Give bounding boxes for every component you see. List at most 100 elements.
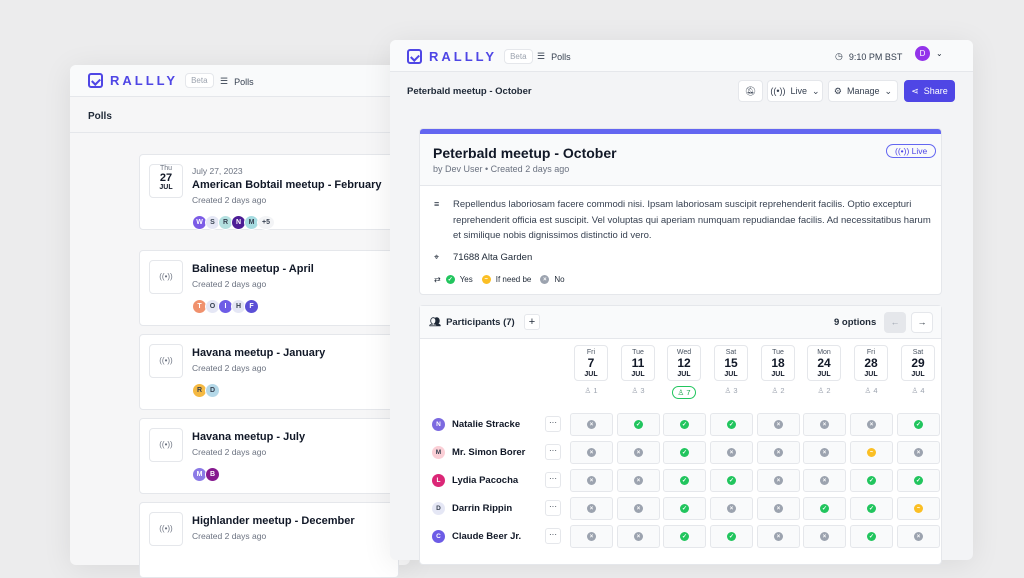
live-button[interactable]: ((•)) Live ⌄ <box>767 80 823 102</box>
vote-cell-no: × <box>757 497 800 520</box>
manage-button[interactable]: ⚙ Manage ⌄ <box>828 80 898 102</box>
vote-cell-no: × <box>710 441 753 464</box>
poll-title: Highlander meetup - December <box>192 515 355 527</box>
user-menu[interactable]: D ⌄ <box>915 46 943 61</box>
poll-list-item[interactable]: ((•)) Havana meetup - January Created 2 d… <box>139 334 399 410</box>
poll-list-item[interactable]: ((•)) Havana meetup - July Created 2 days… <box>139 418 399 494</box>
date-option: Fri 28 JUL <box>854 345 888 381</box>
vote-count: ♙ 3 <box>621 386 655 395</box>
logo[interactable]: RALLLY Beta <box>407 49 533 64</box>
timezone-button[interactable]: ◷ 9:10 PM BST <box>835 51 902 62</box>
participant-avatars: W S R N M +5 <box>192 215 275 230</box>
participant-avatars: TOIHF <box>192 299 259 314</box>
poll-author: by Dev User <box>433 164 483 174</box>
options-count: 9 options <box>834 317 877 328</box>
ifneedbe-icon: ~ <box>914 504 923 513</box>
broadcast-icon: ((•)) <box>149 512 183 546</box>
user-icon: ♙ <box>771 386 779 395</box>
user-icon: ♙ <box>911 386 919 395</box>
broadcast-icon: ((•)) <box>149 260 183 294</box>
vote-count-value: 3 <box>733 386 738 395</box>
clock-icon: ◷ <box>835 51 843 61</box>
no-icon: × <box>820 420 829 429</box>
user-icon: ♙ <box>817 386 825 395</box>
poll-location: 71688 Alta Garden <box>453 252 533 263</box>
avatar: C <box>432 530 445 543</box>
notifications-button[interactable]: 🔕︎ <box>738 80 763 102</box>
participant-menu-button[interactable]: ··· <box>545 500 561 516</box>
participant-name: Natalie Stracke <box>452 419 521 430</box>
participant-avatars: RD <box>192 383 220 398</box>
poll-list-item[interactable]: Thu 27 JUL July 27, 2023 American Bobtail m… <box>139 154 399 230</box>
nav-polls[interactable]: ☰ Polls <box>537 51 571 62</box>
users-icon: 👥︎ <box>429 317 442 328</box>
poll-created: Created 2 days ago <box>490 164 570 174</box>
logo[interactable]: RALLLY Beta <box>88 73 214 88</box>
poll-description: Repellendus laboriosam facere commodi ni… <box>453 199 931 241</box>
beta-badge: Beta <box>185 73 214 88</box>
vote-cell-no: × <box>897 525 940 548</box>
vote-cell-no: × <box>617 497 660 520</box>
description-icon: ≡ <box>434 199 440 209</box>
logo-calendar-icon <box>88 73 103 88</box>
vote-cell-yes: ✓ <box>663 497 706 520</box>
no-icon: × <box>587 476 596 485</box>
yes-icon: ✓ <box>727 476 736 485</box>
no-icon: × <box>867 420 876 429</box>
date-month: JUL <box>724 371 738 378</box>
participant-menu-button[interactable]: ··· <box>545 528 561 544</box>
poll-list-item[interactable]: ((•)) Highlander meetup - December Create… <box>139 502 399 578</box>
user-icon: ♙ <box>677 388 685 397</box>
avatar: D <box>915 46 930 61</box>
poll-card: Peterbald meetup - October by Dev User •… <box>419 128 942 295</box>
share-icon: ⋖ <box>911 85 919 96</box>
date-month: JUL <box>771 371 785 378</box>
vote-cell-yes: ✓ <box>663 413 706 436</box>
no-icon: × <box>774 476 783 485</box>
date-day: 24 <box>817 356 831 370</box>
manage-label: Manage <box>847 86 880 96</box>
no-icon: × <box>634 476 643 485</box>
no-icon: × <box>727 448 736 457</box>
no-icon: × <box>820 532 829 541</box>
participant-menu-button[interactable]: ··· <box>545 472 561 488</box>
participant-menu-button[interactable]: ··· <box>545 444 561 460</box>
date-month: JUL <box>864 371 878 378</box>
vote-count-value: 3 <box>640 386 645 395</box>
vote-cell-yes: ✓ <box>897 413 940 436</box>
avatar: F <box>244 299 259 314</box>
avatar: D <box>432 502 445 515</box>
logo-text: RALLLY <box>429 49 498 64</box>
vote-count-value: 4 <box>873 386 878 395</box>
prev-options-button[interactable]: ← <box>884 312 906 333</box>
vote-cell-no: × <box>757 525 800 548</box>
yes-icon: ✓ <box>634 420 643 429</box>
date-day: 11 <box>631 356 645 370</box>
vote-cell-no: × <box>617 441 660 464</box>
avatar: M <box>432 446 445 459</box>
participant-menu-button[interactable]: ··· <box>545 416 561 432</box>
next-options-button[interactable]: → <box>911 312 933 333</box>
date-day: 27 <box>159 172 173 184</box>
share-button[interactable]: ⋖ Share <box>904 80 955 102</box>
poll-created: Created 2 days ago <box>192 363 267 373</box>
legend-yes: Yes <box>459 275 473 284</box>
vote-cell-no: × <box>803 413 846 436</box>
date-month: JUL <box>584 371 598 378</box>
date-option: Wed 12 JUL <box>667 345 701 381</box>
date-month: JUL <box>817 371 831 378</box>
yes-icon: ✓ <box>914 476 923 485</box>
participant-name: Lydia Pacocha <box>452 475 519 486</box>
yes-icon: ✓ <box>680 532 689 541</box>
no-icon: × <box>587 448 596 457</box>
vote-cell-yes: ✓ <box>617 413 660 436</box>
no-icon: × <box>634 532 643 541</box>
vote-count-value: 2 <box>826 386 831 395</box>
poll-list-item[interactable]: ((•)) Balinese meetup - April Created 2 d… <box>139 250 399 326</box>
nav-polls[interactable]: ☰ Polls <box>220 76 254 87</box>
yes-icon: ✓ <box>914 420 923 429</box>
add-participant-button[interactable]: + <box>524 314 540 330</box>
date-month: JUL <box>159 184 173 191</box>
live-label: Live <box>790 86 808 96</box>
participant-name: Claude Beer Jr. <box>452 531 522 542</box>
